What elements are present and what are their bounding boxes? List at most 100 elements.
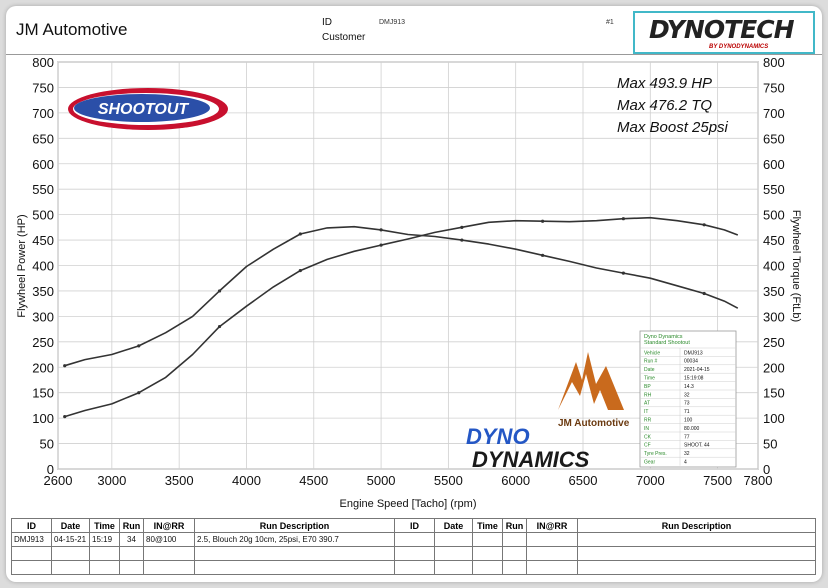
series-point-power [541, 219, 545, 223]
conditions-value: 77 [684, 434, 690, 440]
table-cell [11, 546, 52, 561]
y-tick-label-right: 600 [763, 157, 785, 172]
conditions-value: 71 [684, 409, 690, 415]
conditions-key: IN [644, 426, 649, 432]
id-label: ID [322, 17, 332, 28]
dynotech-logo-text: DYNOTECH [649, 15, 794, 44]
dyno-chart: 0501001502002503003504004505005506006507… [16, 55, 802, 510]
x-tick-label: 5000 [367, 473, 396, 488]
x-tick-label: 6500 [569, 473, 598, 488]
company-name: JM Automotive [16, 20, 128, 39]
table-cell [472, 560, 503, 575]
table-cell: 04-15-21 [51, 532, 90, 547]
conditions-value: DMJ913 [684, 350, 703, 356]
col-in-rr: IN@RR [143, 518, 195, 533]
table-cell: 2.5, Blouch 20g 10cm, 25psi, E70 390.7 [194, 532, 395, 547]
table-row [11, 546, 816, 561]
col-run-description-2: Run Description [577, 518, 816, 533]
y-tick-label-left: 150 [32, 386, 54, 401]
y-tick-label-right: 150 [763, 386, 785, 401]
series-point-power [298, 268, 302, 273]
conditions-value: 32 [684, 392, 690, 398]
conditions-key: BP [644, 384, 651, 390]
table-cell [89, 560, 120, 575]
y-tick-label-right: 450 [763, 233, 785, 248]
annotation-max-boost: Max Boost 25psi [617, 119, 729, 136]
y-tick-label-left: 800 [32, 55, 54, 70]
table-cell [502, 560, 527, 575]
table-row [11, 560, 816, 575]
x-tick-label: 3000 [97, 473, 126, 488]
col-run: Run [119, 518, 144, 533]
series-point-torque [379, 228, 383, 232]
conditions-value: 80.000 [684, 426, 700, 432]
table-cell [394, 532, 435, 547]
y-tick-label-left: 550 [32, 182, 54, 197]
y-axis-right: 0501001502002503003504004505005506006507… [763, 55, 785, 477]
col-run-2: Run [502, 518, 527, 533]
series-point-torque [63, 364, 67, 368]
series-point-power [379, 243, 383, 247]
table-cell [577, 560, 816, 575]
y-tick-label-right: 400 [763, 259, 785, 274]
y-tick-label-right: 700 [763, 106, 785, 121]
annotation-max-tq: Max 476.2 TQ [617, 97, 712, 114]
dd-logo-line2: DYNAMICS [472, 447, 590, 472]
conditions-box: Dyno Dynamics Standard Shootout Vehicle D… [639, 330, 737, 468]
series-point-torque [217, 289, 222, 293]
table-cell [434, 560, 473, 575]
conditions-value: 32 [684, 451, 690, 457]
y-tick-label-left: 200 [32, 360, 54, 375]
table-cell [394, 560, 435, 575]
col-time-2: Time [472, 518, 503, 533]
y-tick-label-left: 700 [32, 106, 54, 121]
y-tick-label-left: 100 [32, 411, 54, 426]
x-axis: 2600 3000 3500 4000 4500 5000 5500 6000 6500 7000… [44, 473, 773, 488]
table-header-row: ID Date Time Run IN@RR Run Description I… [11, 518, 816, 533]
shootout-logo: SHOOTOUT [68, 88, 228, 130]
table-cell [434, 546, 473, 561]
run-table: ID Date Time Run IN@RR Run Description I… [11, 518, 816, 575]
series-point-power [217, 324, 222, 329]
conditions-value: 15:19:08 [684, 376, 704, 382]
series-point-torque [460, 238, 464, 242]
dyno-sheet: JM Automotive ID DMJ913 Customer #1 DYNO… [6, 6, 822, 582]
series-point-power [137, 391, 141, 395]
y-tick-label-left: 450 [32, 233, 54, 248]
table-cell [51, 546, 90, 561]
conditions-key: IT [644, 409, 648, 415]
conditions-key: Date [644, 367, 655, 373]
y-axis-right-title: Flywheel Torque (FtLb) [790, 210, 802, 322]
x-tick-label: 3500 [165, 473, 194, 488]
table-cell [472, 546, 503, 561]
jm-logo-text: JM Automotive [558, 418, 630, 429]
x-axis-title: Engine Speed [Tacho] (rpm) [340, 498, 477, 510]
series-point-torque [298, 232, 302, 236]
conditions-key: Tyre Pres. [644, 451, 667, 457]
y-tick-label-left: 650 [32, 131, 54, 146]
page-number: #1 [606, 19, 614, 26]
col-date-2: Date [434, 518, 473, 533]
table-cell [472, 532, 503, 547]
conditions-key: AT [644, 401, 650, 407]
table-cell [394, 546, 435, 561]
dynotech-logo-subtext: BY DYNODYNAMICS [709, 44, 769, 50]
x-tick-label: 5500 [434, 473, 463, 488]
x-tick-label: 7000 [636, 473, 665, 488]
col-run-description: Run Description [194, 518, 395, 533]
col-date: Date [51, 518, 90, 533]
col-id-2: ID [394, 518, 435, 533]
table-cell [526, 560, 578, 575]
conditions-value: SHOOT. 44 [684, 443, 710, 449]
series-point-power [460, 225, 464, 229]
y-tick-label-right: 650 [763, 131, 785, 146]
series-point-power [621, 217, 625, 221]
col-in-rr-2: IN@RR [526, 518, 578, 533]
table-row: DMJ913 04-15-21 15:19 34 80@100 2.5, Blo… [11, 532, 816, 547]
table-cell [89, 546, 120, 561]
conditions-key: CF [644, 443, 651, 449]
table-cell [577, 532, 816, 547]
y-axis-left-title: Flywheel Power (HP) [16, 214, 28, 317]
y-tick-label-right: 350 [763, 284, 785, 299]
conditions-value: 2021-04-15 [684, 367, 710, 373]
